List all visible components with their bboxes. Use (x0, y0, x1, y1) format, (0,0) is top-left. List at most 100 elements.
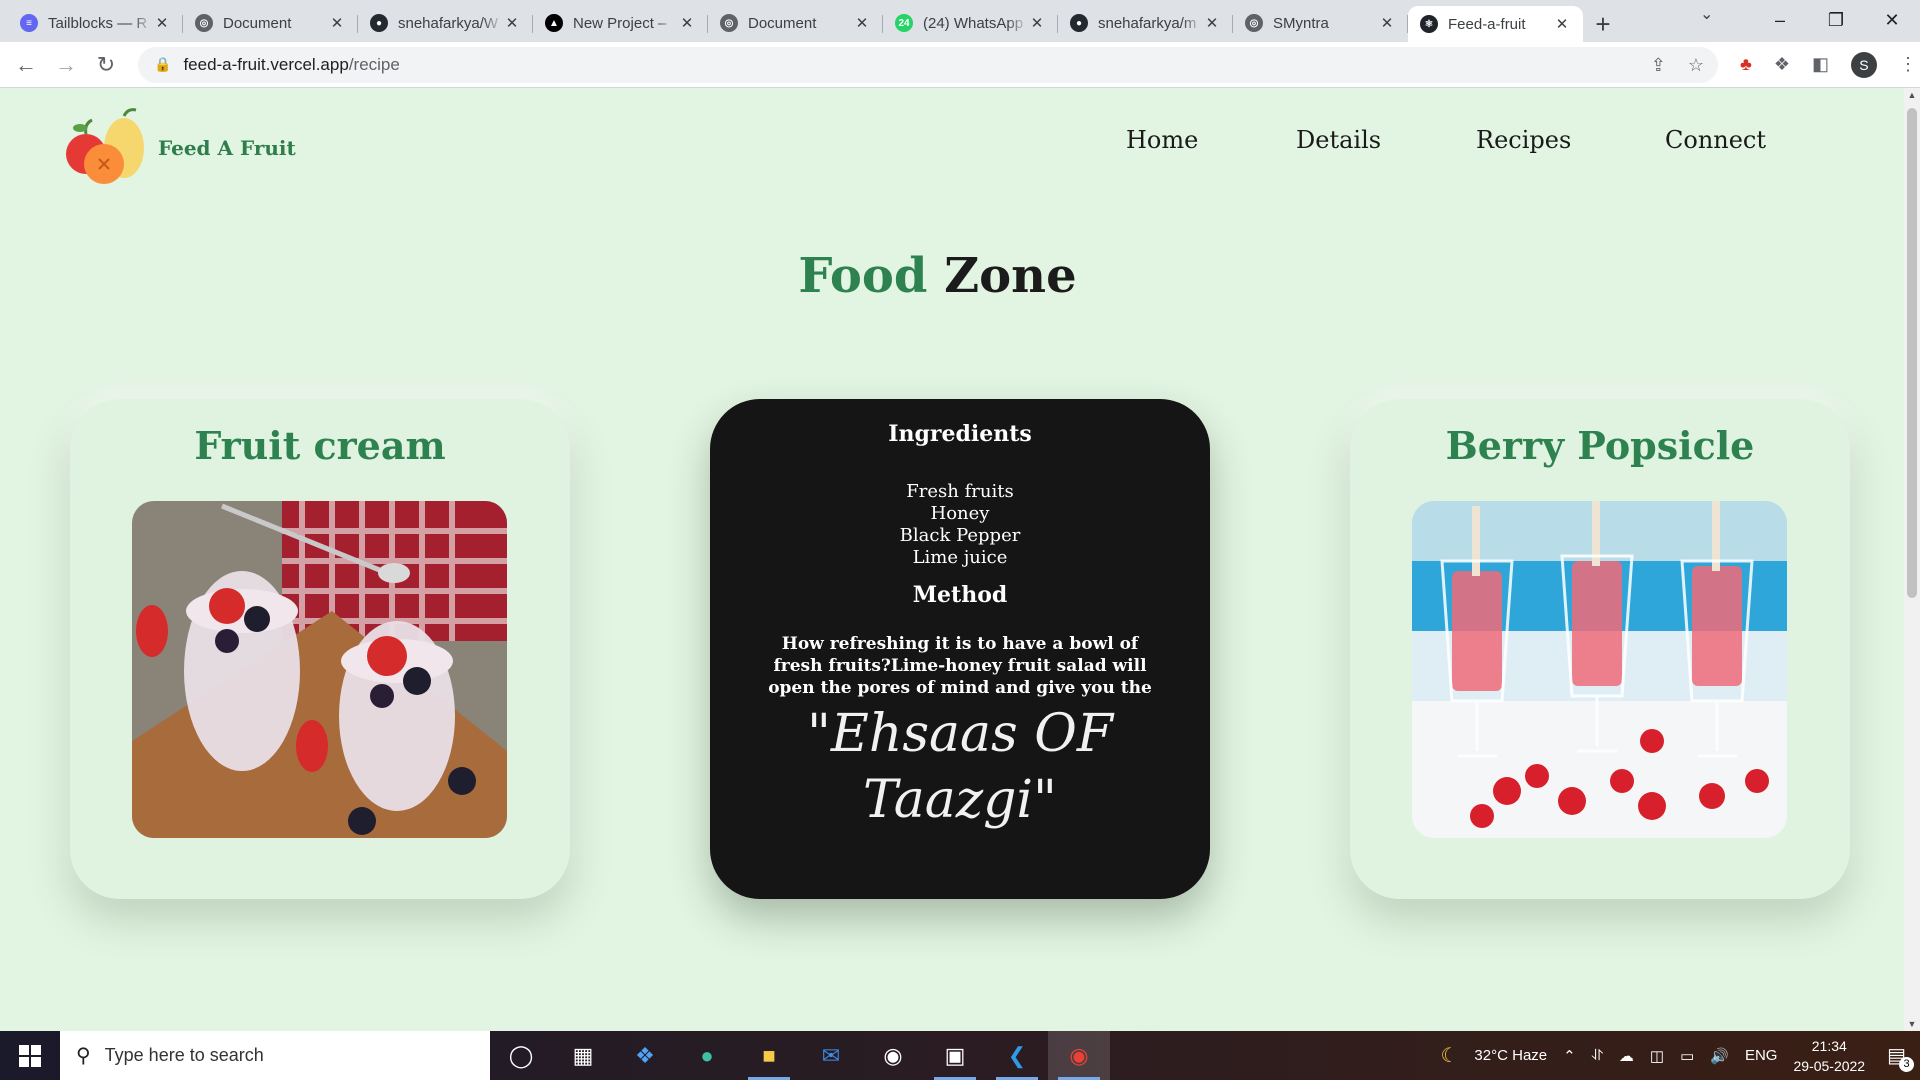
berry-popsicle-image (1412, 501, 1787, 838)
share-icon[interactable]: ⇪ (1651, 55, 1666, 76)
recipe-card-fruit-cream[interactable]: Fruit cream (70, 399, 570, 899)
lock-icon[interactable]: 🔒 (154, 56, 171, 73)
browser-toolbar: ← → ↻ 🔒 feed-a-fruit.vercel.app/recipe ⇪… (0, 42, 1920, 88)
title-food: Food (798, 248, 928, 304)
address-bar[interactable]: 🔒 feed-a-fruit.vercel.app/recipe ⇪ ☆ (138, 46, 1718, 83)
ingredient-item: Honey (930, 503, 990, 524)
site-logo[interactable]: Feed A Fruit (62, 108, 296, 188)
terminal-icon[interactable]: ▣ (924, 1031, 986, 1080)
tab-close-icon[interactable]: ✕ (328, 14, 346, 32)
minimize-icon[interactable]: – (1752, 0, 1808, 40)
chrome-icon[interactable]: ◉ (1048, 1031, 1110, 1080)
side-panel-icon[interactable]: ◧ (1812, 54, 1829, 75)
browser-tab[interactable]: ● snehafarkya/m ✕ (1058, 6, 1233, 40)
browser-tab[interactable]: ◎ Document ✕ (183, 6, 358, 40)
tab-title: Document (748, 14, 817, 32)
new-tab-button[interactable]: + (1583, 6, 1623, 42)
weather-text[interactable]: 32°C Haze (1474, 1047, 1547, 1064)
browser-tab[interactable]: 24 (24) WhatsApp ✕ (883, 6, 1058, 40)
restore-icon[interactable]: ❐ (1808, 0, 1864, 40)
weather-icon[interactable]: ☾ (1440, 1043, 1458, 1068)
onedrive-icon[interactable]: ☁ (1619, 1047, 1634, 1065)
start-button[interactable] (0, 1031, 60, 1080)
notifications-icon[interactable]: ▤ 3 (1887, 1043, 1914, 1072)
tab-close-icon[interactable]: ✕ (678, 14, 696, 32)
network-icon[interactable]: ⥯ (1592, 1047, 1603, 1064)
tab-close-icon[interactable]: ✕ (1028, 14, 1046, 32)
tab-title: snehafarkya/W (398, 14, 499, 32)
tab-strip: ≡ Tailblocks — R ✕ ◎ Document ✕ ● snehafarkya/W… (0, 0, 1920, 42)
tab-title: Tailblocks — R (48, 14, 148, 32)
tab-close-icon[interactable]: ✕ (1203, 14, 1221, 32)
nav-details[interactable]: Details (1296, 126, 1381, 154)
system-tray: ☾ 32°C Haze ⌃ ⥯ ☁ ◫ ▭ 🔊 ENG 21:34 29-05-… (1432, 1031, 1920, 1080)
device-icon[interactable]: ◫ (1650, 1047, 1664, 1065)
file-explorer-icon[interactable]: ■ (738, 1031, 800, 1080)
vscode-icon[interactable]: ❮ (986, 1031, 1048, 1080)
profile-avatar[interactable]: S (1850, 51, 1877, 78)
site-name: Feed A Fruit (158, 136, 296, 160)
scroll-down-icon[interactable]: ▼ (1904, 1019, 1920, 1029)
url-host: feed-a-fruit.vercel.app (183, 54, 349, 74)
tab-title: New Project – (573, 14, 667, 32)
tab-favicon-icon: ≡ (20, 14, 38, 32)
url-path: /recipe (348, 54, 400, 74)
extension-icon[interactable]: ♣ (1740, 54, 1752, 75)
language-indicator[interactable]: ENG (1745, 1047, 1778, 1064)
scrollbar-thumb[interactable] (1907, 108, 1917, 598)
browser-tab[interactable]: ◎ SMyntra ✕ (1233, 6, 1408, 40)
battery-icon[interactable]: ▭ (1680, 1047, 1694, 1065)
tab-favicon-icon: ▲ (545, 14, 563, 32)
scroll-up-icon[interactable]: ▲ (1904, 90, 1920, 100)
card-title: Berry Popsicle (1445, 423, 1755, 468)
clock[interactable]: 21:34 29-05-2022 (1793, 1036, 1865, 1076)
tab-close-icon[interactable]: ✕ (153, 14, 171, 32)
recipe-card-berry-popsicle[interactable]: Berry Popsicle (1350, 399, 1850, 899)
browser-tab[interactable]: ◎ Document ✕ (708, 6, 883, 40)
taskbar-search[interactable]: ⚲ Type here to search (60, 1031, 490, 1080)
bookmark-star-icon[interactable]: ☆ (1688, 55, 1704, 76)
show-hidden-icons[interactable]: ⌃ (1563, 1047, 1576, 1065)
close-window-icon[interactable]: ✕ (1864, 0, 1920, 40)
tab-close-icon[interactable]: ✕ (853, 14, 871, 32)
tab-favicon-icon: ◎ (1245, 14, 1263, 32)
reload-icon[interactable]: ↻ (86, 45, 126, 85)
tab-favicon-icon: ⚛ (1420, 15, 1438, 33)
tab-title: snehafarkya/m (1098, 14, 1197, 32)
browser-tab[interactable]: ▲ New Project – ✕ (533, 6, 708, 40)
tab-search-icon[interactable]: ⌄ (1700, 4, 1713, 24)
extensions-puzzle-icon[interactable]: ❖ (1774, 54, 1790, 75)
clock-date: 29-05-2022 (1793, 1057, 1866, 1074)
tab-favicon-icon: ◎ (195, 14, 213, 32)
search-icon: ⚲ (76, 1045, 91, 1067)
volume-icon[interactable]: 🔊 (1710, 1047, 1729, 1065)
card-title: Fruit cream (194, 423, 446, 468)
task-view-icon[interactable]: ▦ (552, 1031, 614, 1080)
back-icon[interactable]: ← (6, 45, 46, 85)
browser-tab[interactable]: ⚛ Feed-a-fruit ✕ (1408, 6, 1583, 42)
tab-close-icon[interactable]: ✕ (1378, 14, 1396, 32)
tab-close-icon[interactable]: ✕ (503, 14, 521, 32)
browser-tab[interactable]: ≡ Tailblocks — R ✕ (8, 6, 183, 40)
nav-recipes[interactable]: Recipes (1476, 126, 1571, 154)
ingredient-item: Fresh fruits (906, 481, 1014, 502)
github-desktop-icon[interactable]: ◉ (862, 1031, 924, 1080)
dropbox-icon[interactable]: ❖ (614, 1031, 676, 1080)
edge-icon[interactable]: ● (676, 1031, 738, 1080)
windows-logo-icon (19, 1044, 41, 1067)
page-scrollbar[interactable]: ▲ ▼ (1904, 88, 1920, 1031)
nav-home[interactable]: Home (1126, 126, 1198, 154)
nav-connect[interactable]: Connect (1665, 126, 1766, 154)
tab-favicon-icon: ◎ (720, 14, 738, 32)
mail-icon[interactable]: ✉ (800, 1031, 862, 1080)
ingredients-list: Fresh fruits Honey Black Pepper Lime jui… (710, 481, 1210, 569)
forward-icon[interactable]: → (46, 45, 86, 85)
tab-close-icon[interactable]: ✕ (1553, 15, 1571, 33)
ingredients-heading: Ingredients (888, 421, 1032, 447)
recipe-card-details[interactable]: Ingredients Fresh fruits Honey Black Pep… (710, 399, 1210, 899)
browser-tab[interactable]: ● snehafarkya/W ✕ (358, 6, 533, 40)
tab-favicon-icon: 24 (895, 14, 913, 32)
cortana-icon[interactable]: ◯ (490, 1031, 552, 1080)
search-placeholder: Type here to search (104, 1045, 264, 1065)
menu-kebab-icon[interactable]: ⋮ (1899, 54, 1917, 75)
